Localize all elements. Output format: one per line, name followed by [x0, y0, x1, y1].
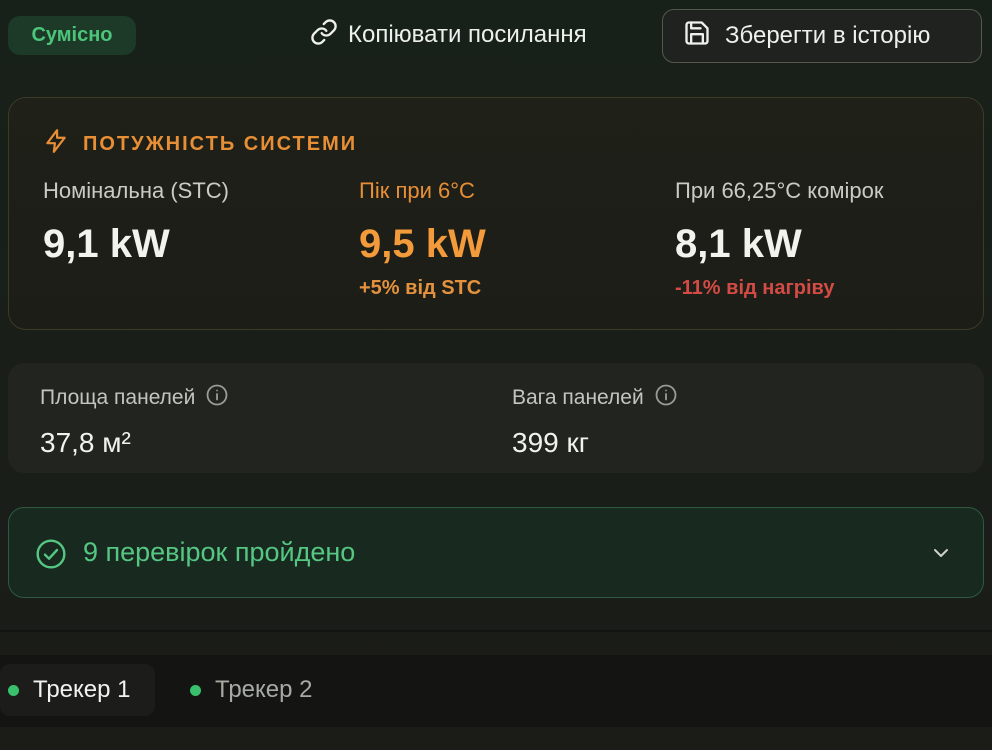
peak-power: Пік при 6°C 9,5 kW +5% від STC — [359, 178, 486, 300]
status-dot — [8, 684, 19, 696]
hot-cell-power-delta: -11% від нагріву — [675, 277, 835, 299]
hot-cell-power-label: При 66,25°C комірок — [675, 178, 884, 203]
panel-area-value: 37,8 м² — [40, 427, 131, 458]
link-icon — [310, 18, 338, 53]
tracker-tabs: Трекер 1 Трекер 2 — [0, 655, 992, 727]
peak-power-label: Пік при 6°C — [359, 178, 475, 203]
tab-label: Трекер 1 — [33, 676, 131, 703]
system-power-card: ПОТУЖНІСТЬ СИСТЕМИ Номінальна (STC) 9,1 … — [8, 97, 984, 330]
panel-weight-value: 399 кг — [512, 427, 589, 458]
peak-power-delta: +5% від STC — [359, 277, 482, 299]
power-card-header: ПОТУЖНІСТЬ СИСТЕМИ — [43, 128, 357, 160]
copy-link-button[interactable]: Копіювати посилання — [310, 14, 587, 56]
tab-tracker-2[interactable]: Трекер 2 — [182, 664, 342, 716]
save-to-history-button[interactable]: Зберегти в історію — [662, 9, 982, 63]
top-bar: Сумісно Копіювати посилання Зберегти в і… — [0, 0, 992, 70]
info-icon[interactable] — [205, 383, 229, 413]
nominal-power-value: 9,1 kW — [43, 222, 170, 266]
bolt-icon — [43, 128, 69, 160]
copy-link-label: Копіювати посилання — [348, 21, 587, 48]
info-icon[interactable] — [654, 383, 678, 413]
checks-summary-accordion[interactable]: 9 перевірок пройдено — [8, 507, 984, 598]
hot-cell-power: При 66,25°C комірок 8,1 kW -11% від нагр… — [675, 178, 884, 300]
check-circle-icon — [35, 538, 67, 575]
nominal-power: Номінальна (STC) 9,1 kW — [43, 178, 229, 267]
save-label: Зберегти в історію — [725, 22, 931, 49]
hot-cell-power-value: 8,1 kW — [675, 222, 802, 266]
panel-weight-label: Вага панелей — [512, 386, 644, 409]
peak-power-value: 9,5 kW — [359, 222, 486, 266]
panel-stats-card: Площа панелей 37,8 м² Вага панелей 399 к… — [8, 363, 984, 473]
panel-area-stat: Площа панелей 37,8 м² — [40, 383, 229, 459]
nominal-power-label: Номінальна (STC) — [43, 178, 229, 203]
checks-summary-label: 9 перевірок пройдено — [83, 537, 356, 567]
power-card-title: ПОТУЖНІСТЬ СИСТЕМИ — [83, 132, 358, 155]
status-dot — [190, 684, 201, 696]
tab-tracker-1[interactable]: Трекер 1 — [0, 664, 155, 716]
panel-weight-stat: Вага панелей 399 кг — [512, 383, 678, 459]
save-icon — [683, 19, 711, 54]
panel-area-label: Площа панелей — [40, 386, 196, 409]
section-divider — [0, 630, 992, 632]
tab-label: Трекер 2 — [215, 676, 313, 703]
mode-badge[interactable]: Сумісно — [8, 16, 136, 55]
chevron-down-icon[interactable] — [929, 541, 953, 570]
